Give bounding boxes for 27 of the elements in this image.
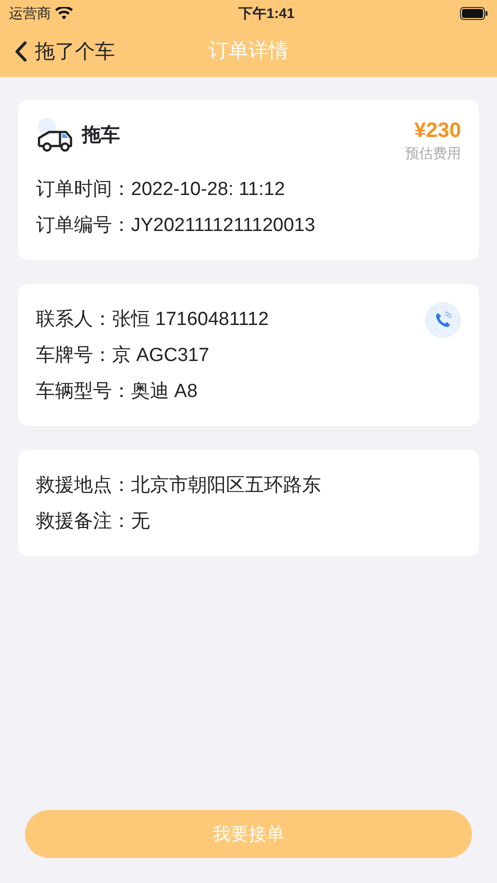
price-caption: 预估费用 — [405, 144, 461, 164]
field-label: 救援备注： — [36, 510, 131, 534]
field-label: 联系人： — [36, 308, 112, 332]
field-label: 救援地点： — [36, 474, 131, 498]
tow-truck-icon — [36, 118, 74, 154]
field-value: 张恒 17160481112 — [112, 308, 269, 332]
page-title: 订单详情 — [208, 39, 288, 63]
field-label: 订单编号： — [36, 214, 131, 238]
battery-icon — [460, 6, 488, 20]
phone-icon — [434, 311, 452, 330]
price-amount: ¥230 — [413, 118, 461, 144]
field-value: 无 — [131, 510, 150, 534]
service-name: 拖车 — [82, 124, 120, 148]
status-time: 下午1:41 — [238, 4, 295, 22]
field-value: JY2021111211120013 — [131, 214, 316, 238]
field-value: 奥迪 A8 — [131, 380, 198, 404]
field-value: 2022-10-28: 11:12 — [131, 178, 285, 202]
back-icon — [14, 41, 27, 62]
field-value: 北京市朝阳区五环路东 — [131, 474, 321, 498]
back-button[interactable]: 拖了个车 — [0, 36, 115, 66]
field-label: 车辆型号： — [36, 380, 131, 404]
carrier-label: 运营商 — [9, 4, 51, 22]
field-label: 订单时间： — [36, 178, 131, 202]
phone-call-button[interactable] — [425, 302, 461, 338]
field-label: 车牌号： — [36, 344, 112, 368]
wifi-icon — [55, 6, 73, 20]
field-value: 京 AGC317 — [112, 344, 210, 368]
